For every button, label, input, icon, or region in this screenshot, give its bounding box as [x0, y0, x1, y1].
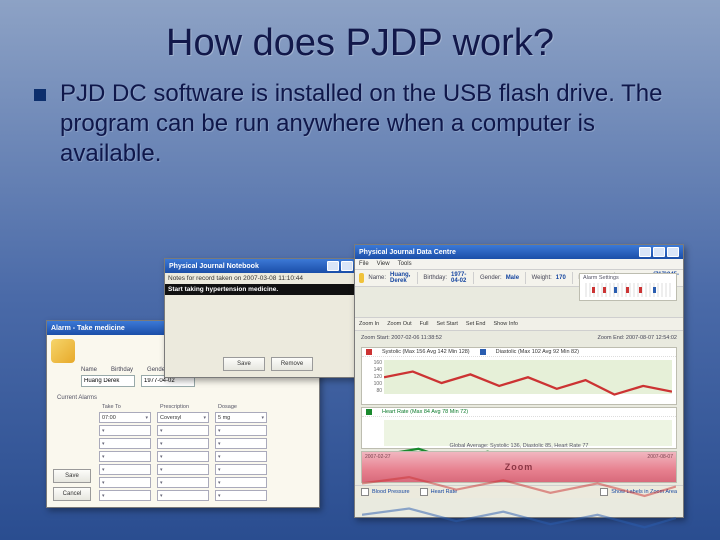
menu-file[interactable]: File: [359, 261, 369, 267]
bullet-row: PJD DC software is installed on the USB …: [28, 79, 692, 169]
label-birthday: Birthday: [111, 367, 133, 373]
alarm-table: Take To Prescription Dosage 07:00 Coversy…: [96, 403, 270, 502]
alarm-settings: Alarm Settings: [579, 273, 677, 301]
table-row: [96, 476, 270, 489]
note-header: Notes for record taken on 2007-03-08 11:…: [165, 273, 371, 284]
swatch-systolic-icon: [366, 349, 372, 355]
table-row: [96, 489, 270, 502]
col-dosage: Dosage: [212, 403, 270, 411]
show-info-button[interactable]: Show Info: [494, 321, 518, 327]
zoom-strip[interactable]: Global Average: Systolic 136, Diastolic …: [361, 451, 677, 483]
window-notebook: Physical Journal Notebook Notes for reco…: [164, 258, 372, 378]
titlebar[interactable]: Physical Journal Data Centre: [355, 245, 683, 259]
table-row: [96, 424, 270, 437]
chart-blood-pressure: Systolic (Max 156 Avg 142 Min 128) Diast…: [361, 347, 677, 405]
window-title: Physical Journal Notebook: [169, 263, 259, 270]
slide: How does PJDP work? PJD DC software is i…: [0, 0, 720, 540]
time-dd[interactable]: 07:00: [99, 412, 151, 423]
zoom-start: 2007-02-06 11:38:52: [391, 335, 442, 341]
bell-icon: [51, 339, 75, 363]
zoom-in-button[interactable]: Zoom In: [359, 321, 379, 327]
table-row: [96, 437, 270, 450]
swatch-hr-icon: [366, 409, 372, 415]
section-label: Current Alarms: [47, 391, 319, 403]
table-row: [96, 450, 270, 463]
window-data-centre: Physical Journal Data Centre File View T…: [354, 244, 684, 518]
table-row: [96, 463, 270, 476]
zoom-toolbar[interactable]: Zoom In Zoom Out Full Set Start Set End …: [355, 317, 683, 331]
remove-button[interactable]: Remove: [271, 357, 313, 371]
save-button[interactable]: Save: [223, 357, 265, 371]
name-field[interactable]: [81, 375, 135, 387]
save-button[interactable]: Save: [53, 469, 91, 483]
full-button[interactable]: Full: [420, 321, 429, 327]
rx-dd[interactable]: Coversyl: [157, 412, 209, 423]
set-start-button[interactable]: Set Start: [437, 321, 458, 327]
titlebar[interactable]: Physical Journal Notebook: [165, 259, 371, 273]
zoom-out-button[interactable]: Zoom Out: [387, 321, 411, 327]
cancel-button[interactable]: Cancel: [53, 487, 91, 501]
person-icon: [359, 273, 364, 283]
swatch-diastolic-icon: [480, 349, 486, 355]
bullet-text: PJD DC software is installed on the USB …: [60, 79, 686, 169]
window-title: Alarm - Take medicine: [51, 325, 125, 332]
zoom-end: 2007-08-07 12:54:02: [626, 335, 677, 341]
col-prescription: Prescription: [154, 403, 212, 411]
menu-view[interactable]: View: [377, 261, 390, 267]
menu-tools[interactable]: Tools: [398, 261, 412, 267]
window-controls[interactable]: [639, 247, 679, 257]
birthday-value: 1977-04-02: [451, 272, 467, 284]
bullet-icon: [34, 89, 46, 101]
menubar[interactable]: File View Tools: [355, 259, 683, 270]
set-end-button[interactable]: Set End: [466, 321, 486, 327]
slide-title: How does PJDP work?: [28, 22, 692, 65]
label-name: Name: [81, 367, 97, 373]
table-row: 07:00 Coversyl 5 mg: [96, 411, 270, 424]
note-line: Start taking hypertension medicine.: [165, 284, 371, 295]
dose-dd[interactable]: 5 mg: [215, 412, 267, 423]
name-value: Huang, Derek: [390, 272, 411, 284]
window-title: Physical Journal Data Centre: [359, 249, 456, 256]
col-time: Take To: [96, 403, 154, 411]
